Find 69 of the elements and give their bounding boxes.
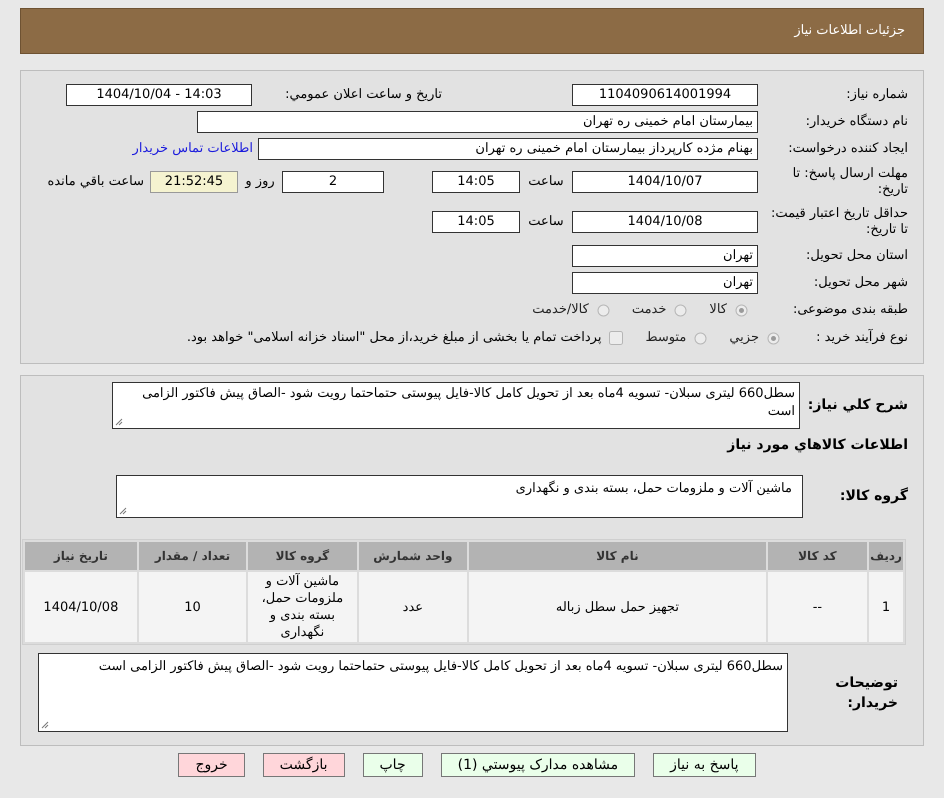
radio-button[interactable] <box>596 304 610 316</box>
table-cell: 1404/10/08 <box>25 572 137 642</box>
action-button[interactable]: خروج <box>178 753 245 777</box>
action-button[interactable]: مشاهده مدارک پیوستي (1) <box>440 753 636 777</box>
section-heading: اطلاعات کالاهاي مورد نیاز <box>726 436 908 455</box>
column-header: نام کالا <box>469 542 766 570</box>
buyer-contact-link[interactable]: اطلاعات تماس خریدار <box>132 138 253 158</box>
table-cell: 10 <box>138 572 246 642</box>
radio-label: متوسط <box>645 329 686 348</box>
column-header: تعداد / مقدار <box>138 542 246 570</box>
column-header: ردیف <box>869 542 903 570</box>
field-label: ساعت باقي مانده <box>48 173 144 192</box>
resize-grip-icon[interactable] <box>115 418 123 426</box>
field-label: نوع فرآیند خرید : <box>815 328 908 348</box>
column-header: کد کالا <box>768 542 868 570</box>
radio-label: جزيي <box>729 329 759 348</box>
field-label: شرح کلي نیاز: <box>806 396 908 415</box>
resize-grip-icon[interactable] <box>41 721 49 729</box>
input-field[interactable]: بهنام مژده کارپرداز بیمارستان امام خمینی ره تهران <box>258 138 758 160</box>
radio-button[interactable] <box>735 304 748 316</box>
column-header: واحد شمارش <box>358 542 468 570</box>
field-label: حداقل تاریخ اعتبار قیمت: تا تاریخ: <box>770 206 908 238</box>
action-button[interactable]: بازگشت <box>262 753 344 777</box>
input-field[interactable]: بیمارستان امام خمینی ره تهران <box>197 110 758 132</box>
input-field[interactable]: تهران <box>572 272 758 294</box>
table-cell: تجهیز حمل سطل زباله <box>469 572 766 642</box>
table-cell: عدد <box>358 572 468 642</box>
treasury-note: پرداخت تمام یا بخشی از مبلغ خرید،از محل "اسناد خزانه اسلامی" خواهد بود. <box>186 329 602 348</box>
remaining-time: 21:52:45 <box>150 171 238 193</box>
field-label: ساعت <box>527 213 565 232</box>
field-label: طبقه بندی موضوعی: <box>792 301 908 320</box>
field-label: ساعت <box>527 173 565 192</box>
field-label: شماره نیاز: <box>845 86 908 104</box>
radio-button[interactable] <box>674 304 688 316</box>
input-field[interactable]: 2 <box>282 171 384 193</box>
column-header: تاریخ نیاز <box>25 542 137 570</box>
radio-button[interactable] <box>694 332 708 344</box>
input-field[interactable]: 1104090614001994 <box>572 84 758 106</box>
input-field[interactable]: 1404/10/08 <box>572 211 758 233</box>
input-field[interactable]: 1404/10/07 <box>572 171 758 193</box>
table-cell: 1 <box>869 572 903 642</box>
input-field[interactable]: 14:05 <box>432 171 520 193</box>
action-button[interactable]: چاپ <box>362 753 423 777</box>
input-field[interactable]: 14:05 <box>432 211 520 233</box>
table-cell: -- <box>768 572 868 642</box>
text-area[interactable]: سطل660 لیتری سبلان- تسویه 4ماه بعد از تحویل کامل کالا-فایل پیوستی حتماحتما رویت شود -الصاق پیش فاکتور الزامی است <box>38 653 788 732</box>
field-label: مهلت ارسال پاسخ: تا تاریخ: <box>792 166 908 198</box>
radio-label: کالا/خدمت <box>532 301 589 320</box>
field-label: استان محل تحویل: <box>805 246 908 265</box>
text-area[interactable]: سطل660 لیتری سبلان- تسویه 4ماه بعد از تحویل کامل کالا-فایل پیوستی حتماحتما رویت شود -الصاق پیش فاکتور الزامی است <box>112 382 800 429</box>
radio-button[interactable] <box>767 332 780 344</box>
radio-label: خدمت <box>632 301 666 320</box>
input-field[interactable]: 1404/10/04 - 14:03 <box>66 84 252 106</box>
field-label: تاریخ و ساعت اعلان عمومي: <box>284 86 443 104</box>
field-label: توضیحات خریدار: <box>834 674 899 712</box>
table-cell: ماشین آلات و ملزومات حمل، بسته بندی و نگهداری <box>248 572 357 642</box>
input-field[interactable]: تهران <box>572 244 758 266</box>
column-header: گروه کالا <box>248 542 357 570</box>
field-label: نام دستگاه خریدار: <box>804 112 908 131</box>
checkbox[interactable] <box>609 331 624 345</box>
field-label: شهر محل تحویل: <box>812 274 908 292</box>
resize-grip-icon[interactable] <box>119 506 127 514</box>
field-label: گروه کالا: <box>838 486 908 506</box>
text-area[interactable]: ماشین آلات و ملزومات حمل، بسته بندی و نگهداری <box>116 474 803 518</box>
page-title: جزئیات اطلاعات نیاز <box>794 22 905 40</box>
action-button[interactable]: پاسخ به نیاز <box>653 753 756 777</box>
field-label: روز و <box>244 173 276 192</box>
field-label: ایجاد کننده درخواست: <box>787 140 908 158</box>
radio-label: کالا <box>709 301 727 320</box>
